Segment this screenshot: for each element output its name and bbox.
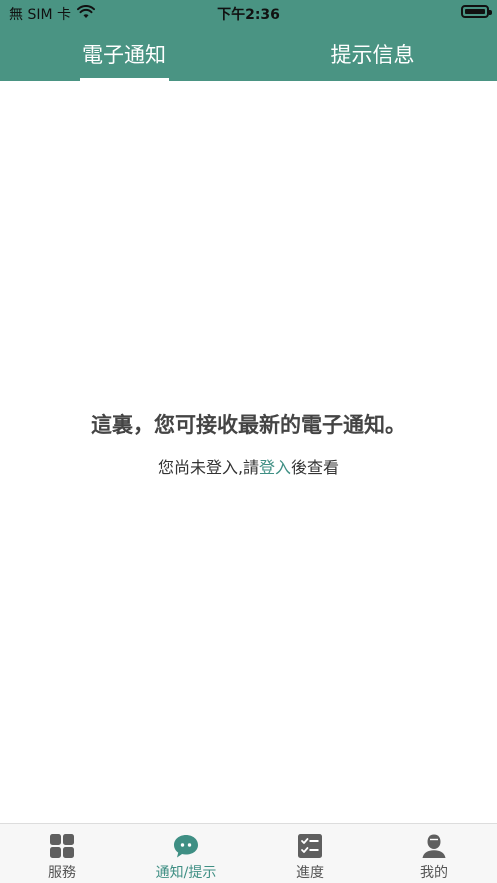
battery-icon (461, 5, 492, 18)
active-tab-indicator (80, 78, 169, 81)
bottom-tab-notifications[interactable]: 通知/提示 (124, 824, 248, 883)
status-bar: 無 SIM 卡 下午2:36 (0, 0, 497, 26)
status-time: 下午2:36 (217, 7, 280, 23)
bottom-tab-label: 服務 (48, 865, 76, 881)
header: 無 SIM 卡 下午2:36 電子通知 提示信息 (0, 0, 497, 81)
user-icon (421, 833, 447, 859)
bottom-tab-progress[interactable]: 進度 (248, 824, 372, 883)
login-link[interactable]: 登入 (259, 458, 291, 477)
subtitle-suffix: 後查看 (291, 458, 340, 477)
bottom-tab-bar: 服務 通知/提示 進度 我的 (0, 823, 497, 883)
empty-state-title: 這裏，您可接收最新的電子通知。 (91, 413, 406, 437)
bottom-tab-profile[interactable]: 我的 (372, 824, 496, 883)
app-root: 無 SIM 卡 下午2:36 電子通知 提示信息 這裏，您可接收最新的電子通知。 (0, 0, 497, 883)
grid-icon (49, 833, 75, 859)
bottom-tab-label: 通知/提示 (155, 865, 217, 881)
chat-bubble-icon (173, 833, 199, 859)
bottom-tab-label: 我的 (420, 865, 448, 881)
bottom-tab-label: 進度 (296, 865, 324, 881)
tab-e-notice[interactable]: 電子通知 (0, 26, 248, 81)
top-tabs: 電子通知 提示信息 (0, 26, 497, 81)
bottom-tab-services[interactable]: 服務 (0, 824, 124, 883)
checklist-icon (297, 833, 323, 859)
subtitle-prefix: 您尚未登入,請 (157, 458, 260, 477)
tab-hint-info[interactable]: 提示信息 (248, 26, 497, 81)
empty-state-subtitle: 您尚未登入,請登入後查看 (0, 454, 497, 478)
